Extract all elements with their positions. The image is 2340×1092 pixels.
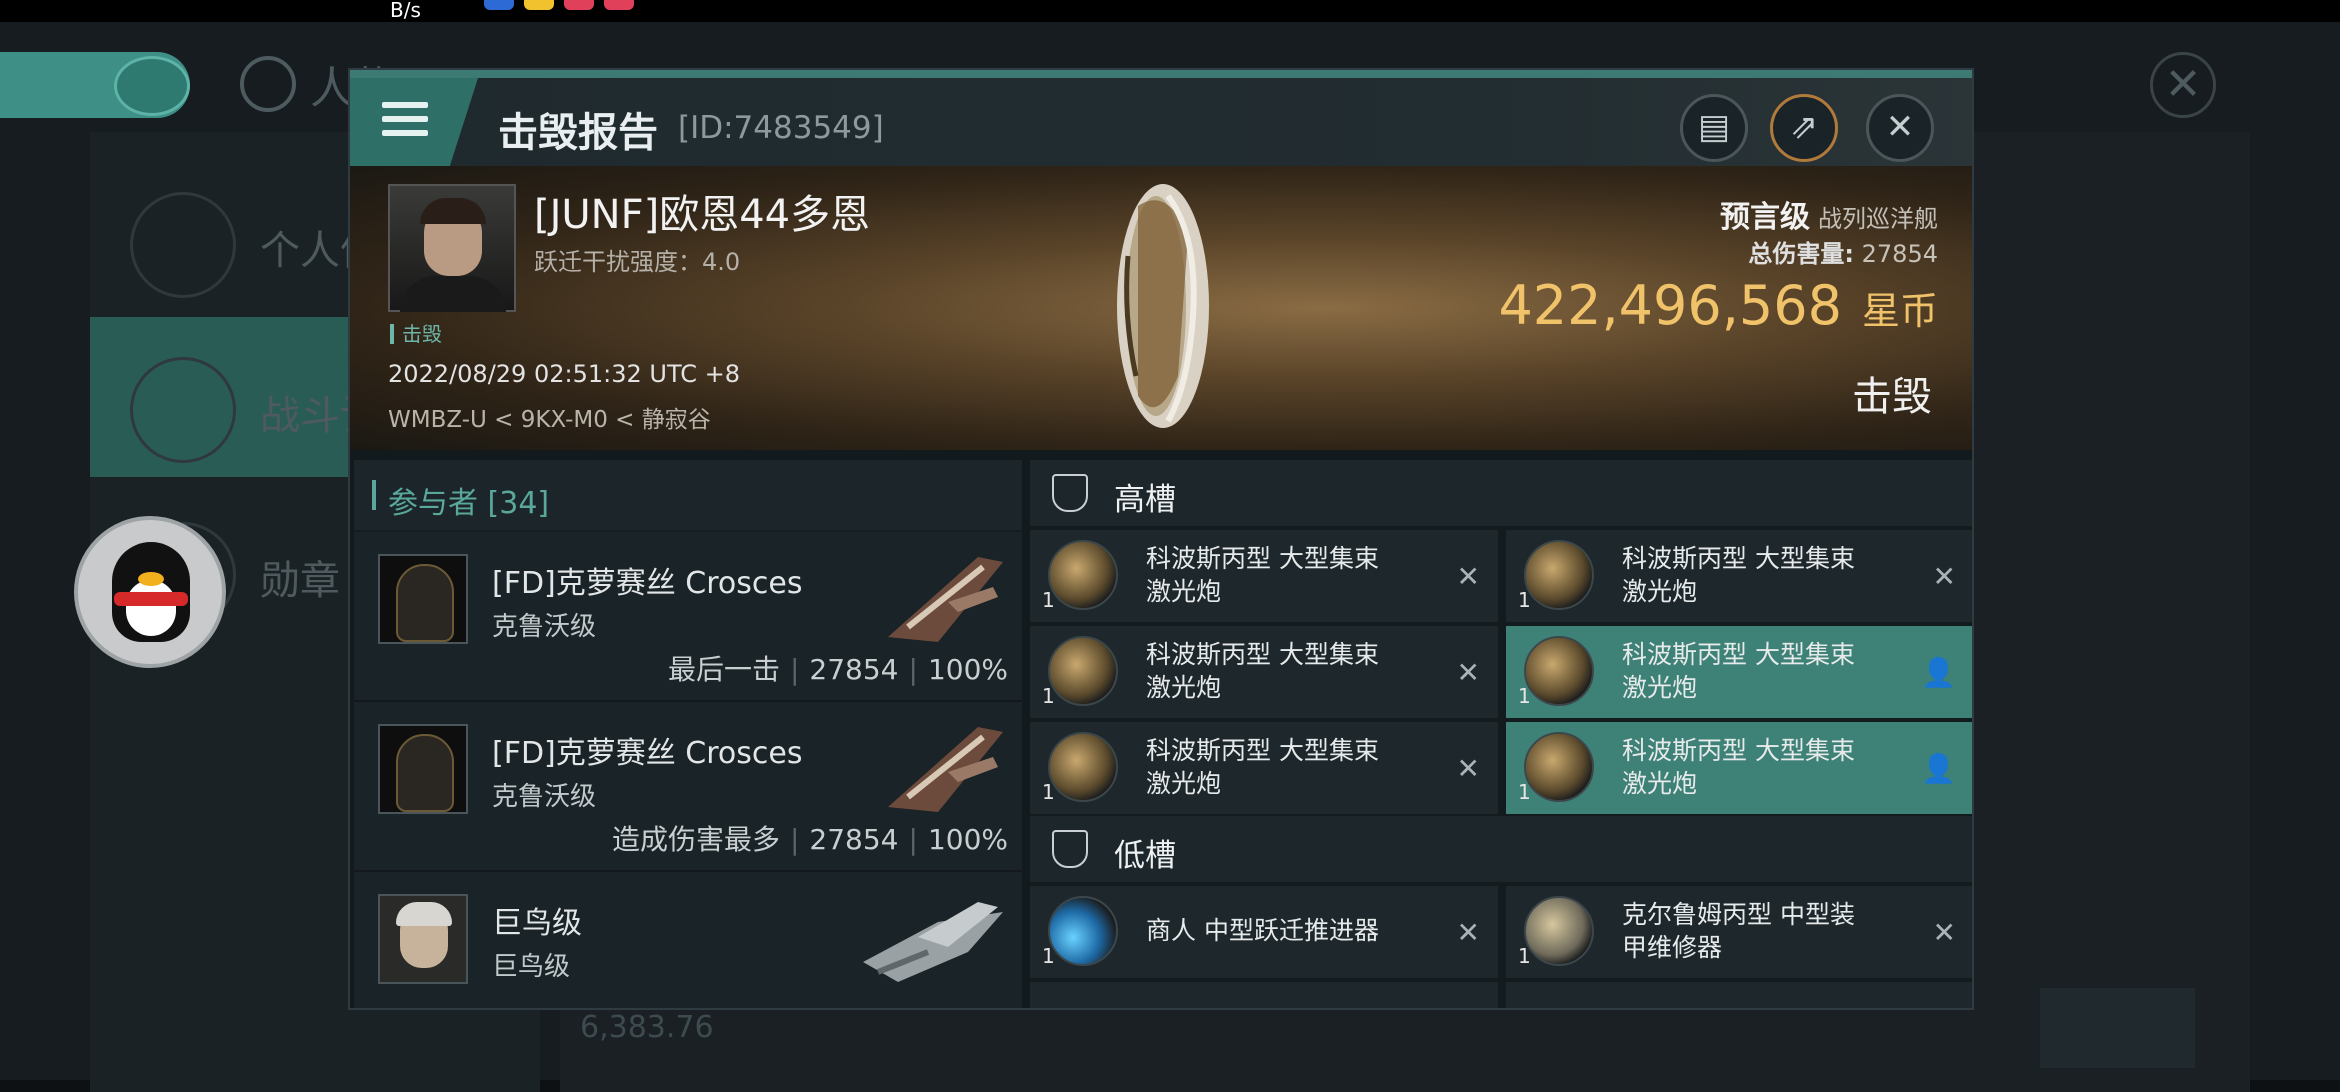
qq-float-icon[interactable]: [74, 516, 226, 668]
module-name: 克尔鲁姆丙型 中型装 甲维修器: [1622, 900, 1855, 962]
bg-balance: 6,383.76: [580, 1010, 714, 1045]
destroyed-x-icon: ✕: [1456, 560, 1480, 593]
ship-image[interactable]: [1098, 176, 1228, 436]
destroyed-x-icon: ✕: [1456, 656, 1480, 689]
status-bar: B/s: [0, 0, 2340, 22]
module-item[interactable]: 1 科波斯丙型 大型集束 激光炮 ✕: [1030, 722, 1498, 814]
high-slot-label: 高槽: [1114, 482, 1176, 518]
crossed-swords-icon: [130, 357, 236, 463]
high-slot-header: 高槽: [1030, 460, 1972, 526]
destroyed-x-icon: ✕: [1456, 916, 1480, 949]
laser-module-icon: [1524, 636, 1594, 706]
ship-class-label: 战列巡洋舰: [1818, 205, 1938, 233]
module-item-dropped[interactable]: 1 科波斯丙型 大型集束 激光炮 👤: [1506, 722, 1972, 814]
module-name: 科波斯丙型 大型集束 激光炮: [1146, 736, 1379, 798]
participant-row[interactable]: [FD]克萝赛丝 Crosces 克鲁沃级 造成伤害最多 | 27854 | 100%: [354, 702, 1022, 872]
module-name: 商人 中型跃迁推进器: [1146, 916, 1379, 945]
victim-avatar[interactable]: [388, 184, 516, 312]
destroyed-x-icon: ✕: [1932, 916, 1956, 949]
app-icon: [604, 0, 634, 10]
dialog-title: 击毁报告: [498, 110, 658, 156]
module-item[interactable]: 1 科波斯丙型 大型集束 激光炮 ✕: [1506, 530, 1972, 622]
participant-row[interactable]: [FD]克萝赛丝 Crosces 克鲁沃级 最后一击 | 27854 | 100%: [354, 532, 1022, 702]
laser-module-icon: [1048, 636, 1118, 706]
report-id[interactable]: [ID:7483549]: [678, 110, 884, 146]
destroyed-x-icon: ✕: [1456, 752, 1480, 785]
module-item[interactable]: 1 商人 中型跃迁推进器 ✕: [1030, 886, 1498, 978]
list-icon: [130, 192, 236, 298]
destroyed-x-icon: ✕: [1932, 560, 1956, 593]
victim-name[interactable]: [JUNF]欧恩44多恩: [534, 182, 870, 240]
armor-repair-module-icon: [1524, 896, 1594, 966]
participant-ship: 克鲁沃级: [492, 782, 597, 812]
participant-stats: 最后一击 | 27854 | 100%: [667, 653, 1008, 686]
kill-time: 2022/08/29 02:51:32 UTC +8: [388, 360, 740, 388]
laser-module-icon: [1524, 732, 1594, 802]
module-item-partial[interactable]: [1506, 982, 1972, 1008]
kill-report-dialog: 击毁报告 [ID:7483549] ▤ ⇗ ✕ [JUNF]欧恩44多恩 跃迁干…: [348, 68, 1974, 1010]
low-slot-header: 低槽: [1030, 816, 1972, 882]
isk-value: 422,496,568 星币: [1498, 274, 1938, 337]
app-icon: [564, 0, 594, 10]
propulsion-module-icon: [1048, 896, 1118, 966]
module-item-dropped[interactable]: 1 科波斯丙型 大型集束 激光炮 👤: [1506, 626, 1972, 718]
person-icon: 👤: [1921, 752, 1956, 785]
module-item[interactable]: 1 科波斯丙型 大型集束 激光炮 ✕: [1030, 530, 1498, 622]
filter-icon[interactable]: [2040, 988, 2195, 1068]
laser-module-icon: [1048, 732, 1118, 802]
module-item[interactable]: 1 科波斯丙型 大型集束 激光炮 ✕: [1030, 626, 1498, 718]
module-item-partial[interactable]: [1030, 982, 1498, 1008]
participant-row[interactable]: 巨鸟级 巨鸟级: [354, 872, 1022, 1008]
participants-title: 参与者 [34]: [388, 486, 550, 521]
participant-ship: 克鲁沃级: [492, 612, 597, 642]
module-name: 科波斯丙型 大型集束 激光炮: [1146, 640, 1379, 702]
module-name: 科波斯丙型 大型集束 激光炮: [1622, 640, 1855, 702]
app-icon: [484, 0, 514, 10]
low-slot-icon: [1052, 830, 1088, 868]
laser-module-icon: [1524, 540, 1594, 610]
module-name: 科波斯丙型 大型集束 激光炮: [1622, 544, 1855, 606]
participant-ship-image: [888, 727, 1003, 812]
participant-ship-image: [863, 902, 1003, 982]
kill-result: 击毁: [1852, 374, 1932, 420]
isk-unit: 星币: [1861, 289, 1938, 333]
low-slot-label: 低槽: [1114, 838, 1176, 874]
kill-location[interactable]: WMBZ-U < 9KX-M0 < 静寂谷: [388, 400, 711, 434]
participant-name: 巨鸟级: [492, 906, 582, 941]
participant-avatar[interactable]: [378, 894, 468, 984]
share-icon[interactable]: ⇗: [1770, 94, 1838, 162]
close-icon[interactable]: ✕: [1866, 94, 1934, 162]
participant-avatar[interactable]: [378, 554, 468, 644]
victim-ship[interactable]: 预言级 战列巡洋舰: [1720, 192, 1938, 236]
participant-name: [FD]克萝赛丝 Crosces: [492, 736, 803, 771]
network-speed-unit: B/s: [390, 0, 421, 22]
kill-tag: 击毁: [390, 324, 442, 344]
module-item[interactable]: 1 克尔鲁姆丙型 中型装 甲维修器 ✕: [1506, 886, 1972, 978]
participant-stats: 造成伤害最多 | 27854 | 100%: [611, 823, 1008, 856]
character-icon: [240, 56, 296, 112]
fitting-panel: 高槽 1 科波斯丙型 大型集束 激光炮 ✕ 1 科波斯丙型 大型集束 激光炮 ✕ 1…: [1030, 460, 1972, 1008]
participant-ship: 巨鸟级: [492, 952, 571, 982]
warp-disrupt-strength: 跃迁干扰强度：4.0: [534, 248, 741, 276]
module-name: 科波斯丙型 大型集束 激光炮: [1146, 544, 1379, 606]
participant-avatar[interactable]: [378, 724, 468, 814]
bg-sidebar-label: 勋章: [260, 558, 340, 604]
clipboard-icon[interactable]: ▤: [1680, 94, 1748, 162]
bg-close-icon[interactable]: ✕: [2150, 52, 2216, 118]
app-icon: [524, 0, 554, 10]
participants-panel: 参与者 [34] [FD]克萝赛丝 Crosces 克鲁沃级 最后一击 | 2785…: [354, 460, 1022, 1008]
participant-ship-image: [888, 557, 1003, 642]
participant-name: [FD]克萝赛丝 Crosces: [492, 566, 803, 601]
laser-module-icon: [1048, 540, 1118, 610]
high-slot-icon: [1052, 474, 1088, 512]
bg-menu-icon[interactable]: [114, 56, 190, 116]
module-name: 科波斯丙型 大型集束 激光炮: [1622, 736, 1855, 798]
total-damage: 总伤害量: 27854: [1748, 240, 1938, 268]
victim-banner: [JUNF]欧恩44多恩 跃迁干扰强度：4.0 击毁 2022/08/29 02…: [350, 166, 1972, 450]
participants-header[interactable]: 参与者 [34]: [354, 460, 1022, 530]
person-icon: 👤: [1921, 656, 1956, 689]
